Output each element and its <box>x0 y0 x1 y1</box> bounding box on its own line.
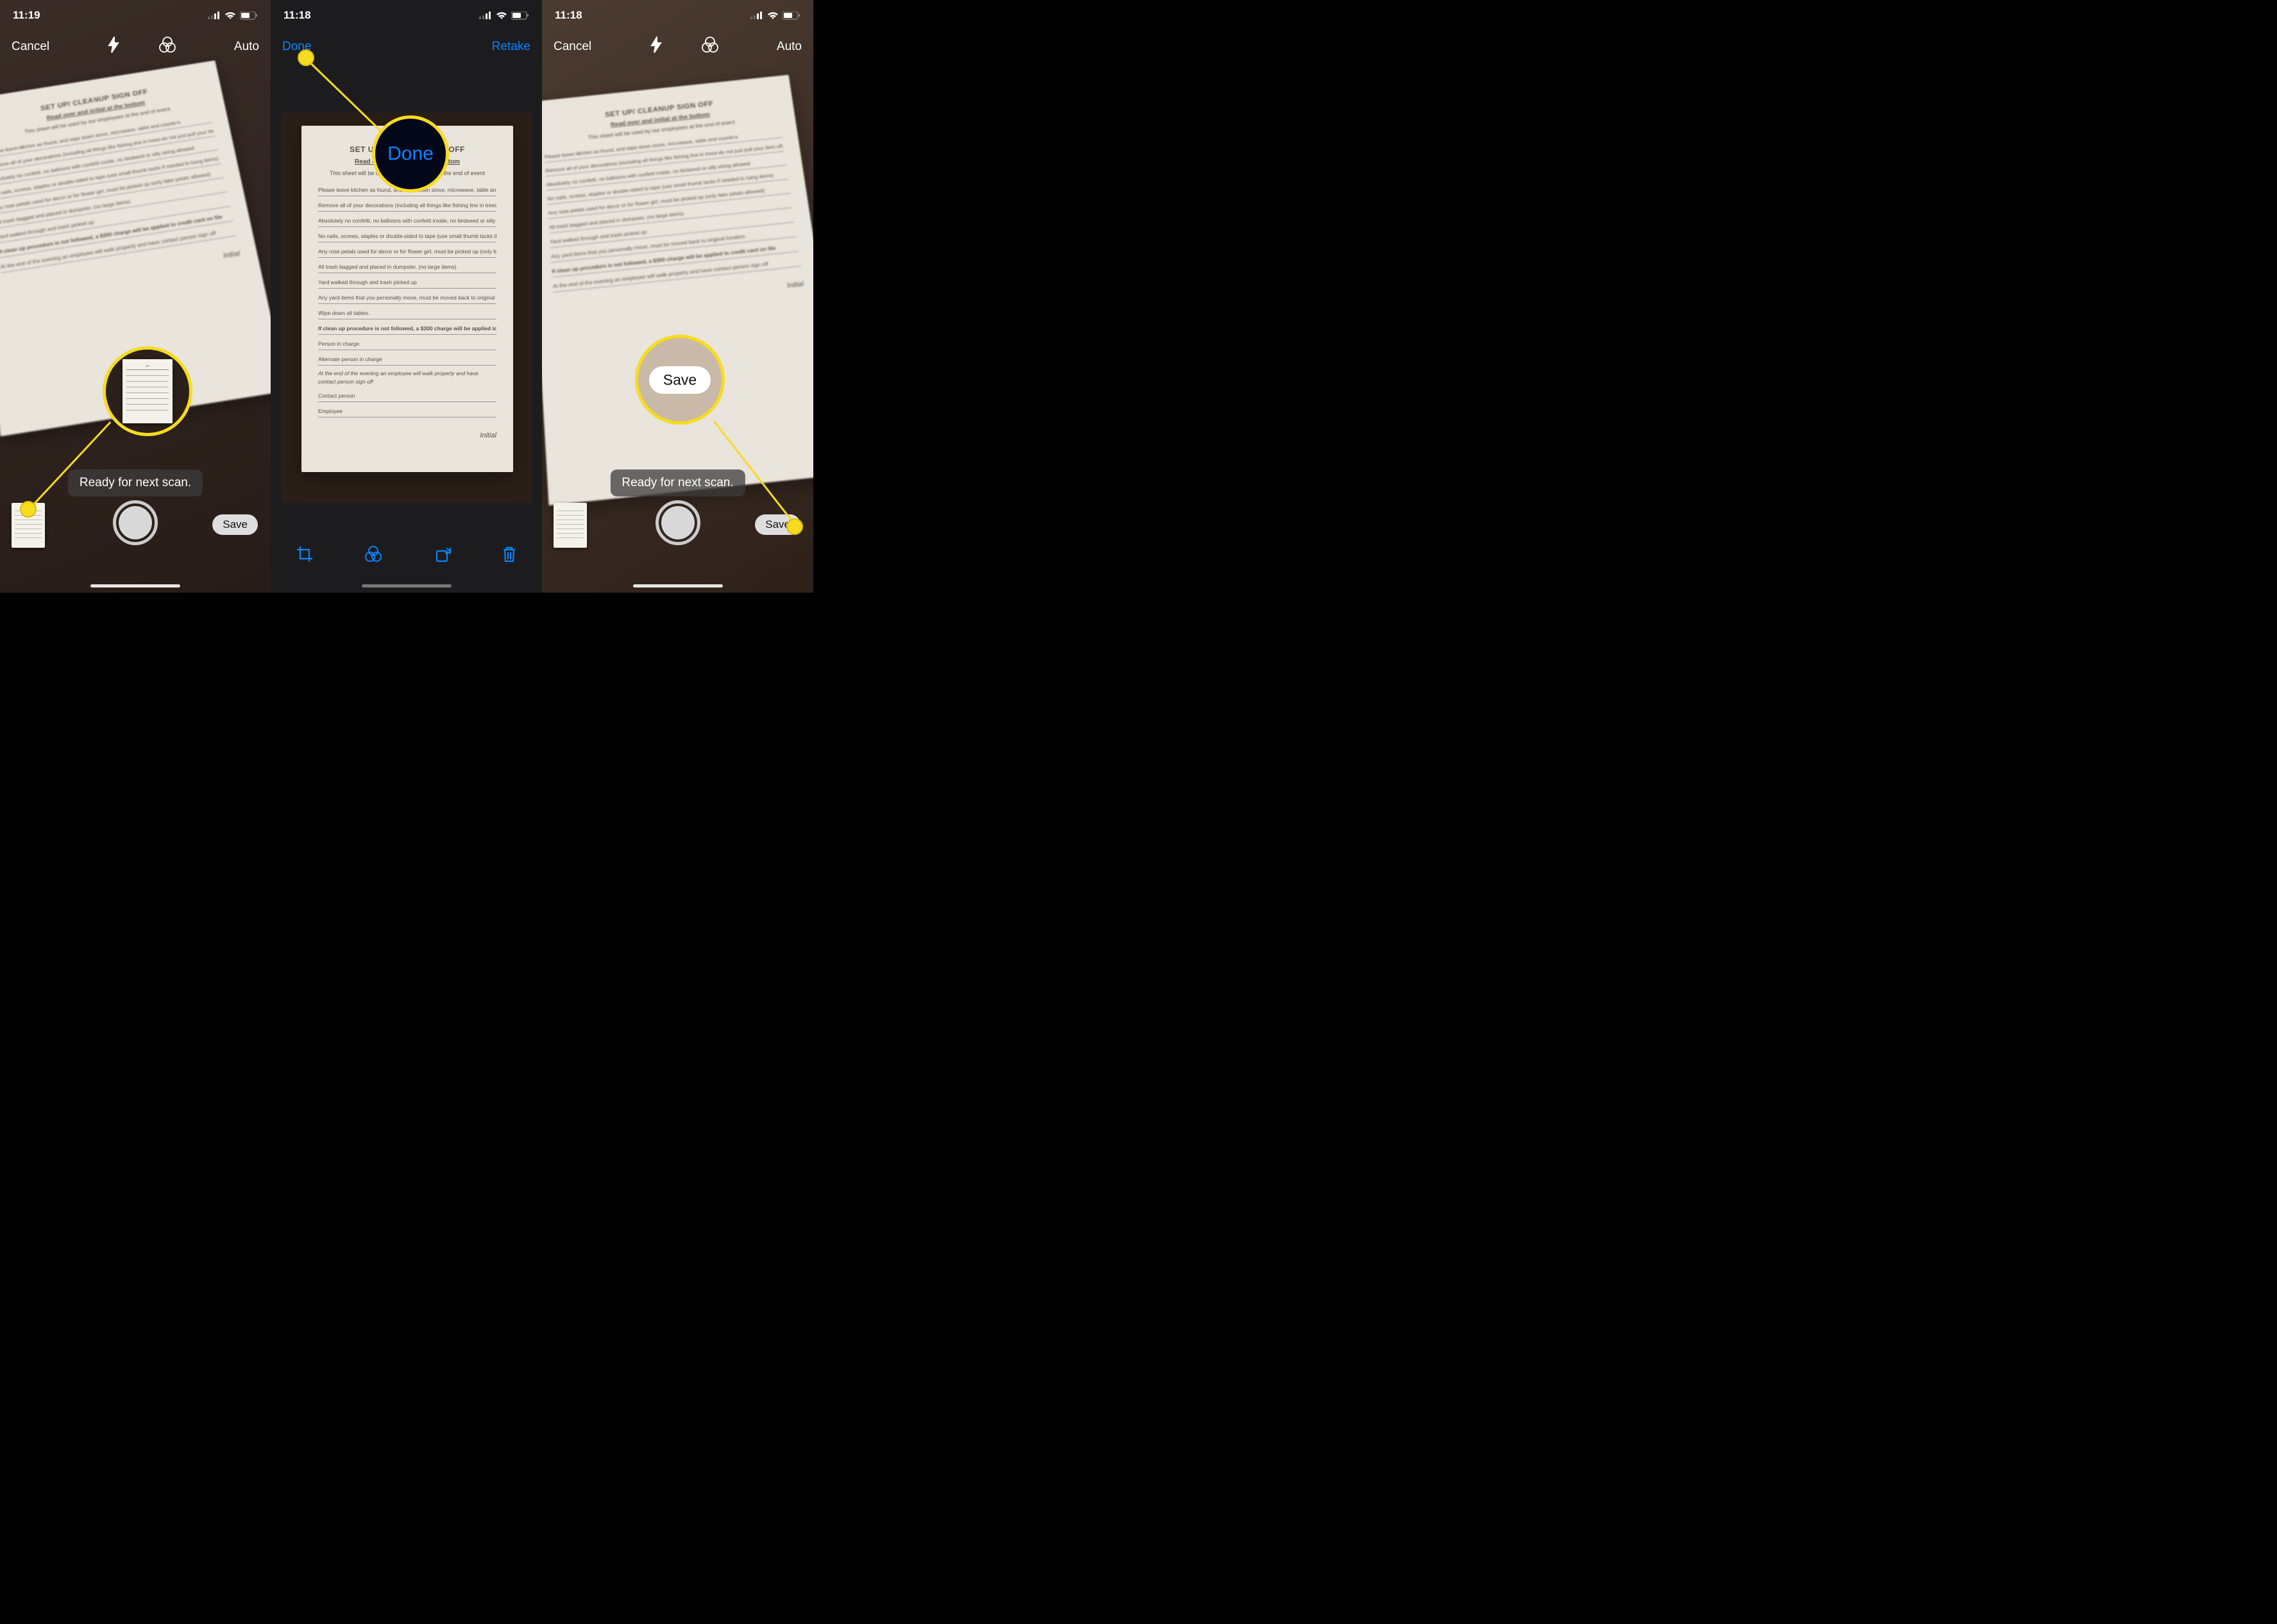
scanned-page-preview: SET UP/ CLEANUP SIGN OFF Read over and i… <box>542 75 813 506</box>
trash-icon[interactable] <box>502 545 517 566</box>
cancel-button[interactable]: Cancel <box>12 40 49 54</box>
auto-button[interactable]: Auto <box>234 40 259 54</box>
home-indicator[interactable] <box>362 584 452 588</box>
home-indicator[interactable] <box>90 584 180 588</box>
save-button[interactable]: Save <box>212 514 258 535</box>
cancel-button[interactable]: Cancel <box>554 40 591 54</box>
doc-line: No nails, screws, staples or double-side… <box>318 231 496 242</box>
wifi-icon <box>224 12 236 20</box>
status-time: 11:18 <box>284 9 311 22</box>
callout-save-magnifier: Save <box>635 335 725 425</box>
doc-line: Remove all of your decorations (includin… <box>318 200 496 212</box>
callout-done-magnifier: Done <box>372 115 449 192</box>
scan-toast: Ready for next scan. <box>68 469 203 496</box>
retake-button[interactable]: Retake <box>492 40 530 54</box>
callout-dot <box>20 501 37 518</box>
battery-icon <box>240 12 258 20</box>
scan-toolbar: Cancel Auto <box>0 32 271 62</box>
doc-closing: At the end of the evening an employee wi… <box>318 369 496 387</box>
scan-toolbar: Cancel Auto <box>542 32 813 62</box>
edit-toolbar <box>271 540 542 571</box>
panel-review: 11:18 Done Retake SET UP/ CLEANUP SIGN O… <box>271 0 542 593</box>
filter-icon[interactable] <box>158 37 176 57</box>
wifi-icon <box>767 12 779 20</box>
panel-scan-1: SET UP/ CLEANUP SIGN OFF Read over and i… <box>0 0 271 593</box>
doc-line: All trash bagged and placed in dumpster,… <box>318 262 496 273</box>
doc-line: Contact person <box>318 391 496 402</box>
auto-button[interactable]: Auto <box>777 40 802 54</box>
callout-thumbnail-magnifier: — <box>103 346 192 436</box>
callout-dot <box>298 49 314 66</box>
flash-icon[interactable] <box>650 37 663 57</box>
doc-line: Alternate person in charge <box>318 354 496 366</box>
callout-done-label: Done <box>387 143 434 165</box>
doc-warning: If clean up procedure is not followed, a… <box>318 323 496 335</box>
status-time: 11:18 <box>555 9 582 22</box>
doc-line: Wipe down all tables. <box>318 308 496 319</box>
doc-line: Any yard items that you personally move,… <box>318 292 496 304</box>
callout-save-label: Save <box>649 366 711 394</box>
doc-line: Any rose petals used for decor or for fl… <box>318 246 496 258</box>
doc-line: Person in charge <box>318 339 496 350</box>
filter-icon[interactable] <box>364 545 383 566</box>
status-time: 11:19 <box>13 9 40 22</box>
scan-toast: Ready for next scan. <box>610 469 745 496</box>
status-bar: 11:18 <box>542 0 813 31</box>
wifi-icon <box>496 12 507 20</box>
doc-line: Yard walked through and trash picked up <box>318 277 496 289</box>
doc-line: Employee <box>318 406 496 418</box>
filter-icon[interactable] <box>701 37 719 57</box>
shutter-button[interactable] <box>113 500 158 545</box>
doc-initial: Initial <box>318 430 496 442</box>
status-bar: 11:19 <box>0 0 271 31</box>
panel-scan-3: SET UP/ CLEANUP SIGN OFF Read over and i… <box>542 0 813 593</box>
cellular-icon <box>750 12 763 19</box>
scan-thumbnail[interactable] <box>554 503 587 548</box>
cellular-icon <box>479 12 492 19</box>
doc-line: Absolutely no confetti, no balloons with… <box>318 216 496 227</box>
shutter-button[interactable] <box>656 500 700 545</box>
battery-icon <box>511 12 529 20</box>
callout-dot <box>786 518 803 535</box>
flash-icon[interactable] <box>107 37 120 57</box>
status-bar: 11:18 <box>271 0 542 31</box>
rotate-icon[interactable] <box>434 545 452 566</box>
battery-icon <box>783 12 800 20</box>
home-indicator[interactable] <box>633 584 723 588</box>
crop-icon[interactable] <box>296 545 314 566</box>
cellular-icon <box>208 12 221 19</box>
